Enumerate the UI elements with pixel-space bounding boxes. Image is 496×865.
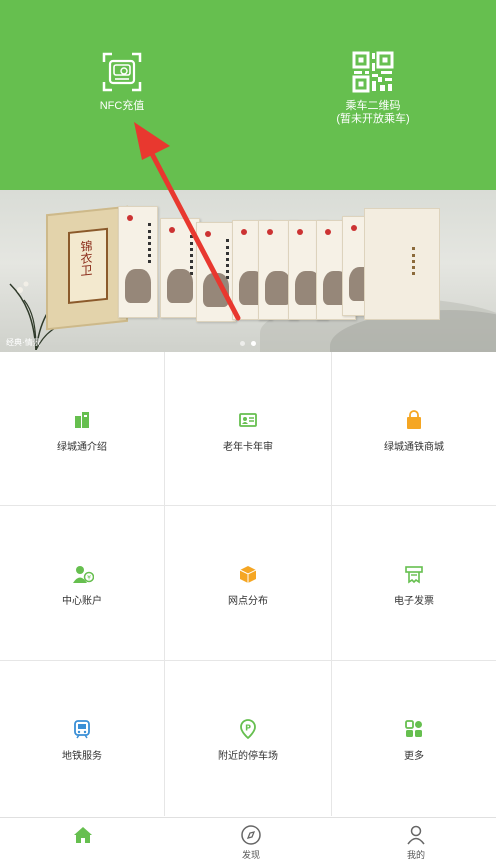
grid-item-metro[interactable]: 地铁服务 bbox=[0, 661, 165, 816]
compass-icon bbox=[240, 824, 262, 846]
ride-qr-code-label: 乘车二维码 bbox=[345, 100, 401, 112]
tab-mine-label: 我的 bbox=[406, 850, 425, 860]
grid-item-intro[interactable]: 绿城通介绍 bbox=[0, 352, 165, 506]
grid-item-label: 绿城通介绍 bbox=[57, 442, 107, 453]
senior-card-icon bbox=[238, 410, 258, 430]
book-title-box: 锦衣卫 bbox=[68, 227, 108, 304]
grid-item-senior-card[interactable]: 老年卡年审 bbox=[165, 352, 332, 506]
nfc-recharge-button[interactable]: NFC充值 bbox=[22, 50, 222, 113]
parking-icon: P bbox=[238, 719, 258, 740]
ride-qr-code-button[interactable]: 乘车二维码 (暂未开放乘车) bbox=[273, 50, 473, 126]
service-grid: 绿城通介绍 老年卡年审 绿城通铁商城 ¥ 中心账户 网点分布 电子发票 地铁服务… bbox=[0, 352, 496, 816]
promo-banner[interactable]: 锦衣卫 经典·情景 bbox=[0, 190, 496, 352]
grid-item-more[interactable]: 更多 bbox=[332, 661, 496, 816]
grid-item-label: 老年卡年审 bbox=[223, 442, 273, 453]
tab-discover-label: 发现 bbox=[241, 850, 260, 860]
bottom-tab-bar: 发现 我的 bbox=[0, 817, 496, 865]
outlet-box-icon bbox=[238, 564, 258, 584]
grid-item-parking[interactable]: P 附近的停车场 bbox=[165, 661, 332, 816]
carousel-dots bbox=[240, 341, 256, 346]
qr-code-icon bbox=[351, 50, 395, 94]
stamp-card bbox=[364, 208, 440, 320]
shopping-bag-icon bbox=[404, 410, 424, 430]
grid-item-invoice[interactable]: 电子发票 bbox=[332, 506, 496, 661]
user-icon bbox=[405, 824, 427, 846]
svg-text:P: P bbox=[245, 724, 251, 733]
carousel-dot[interactable] bbox=[240, 341, 245, 346]
grid-item-label: 网点分布 bbox=[228, 596, 268, 607]
grid-item-label: 地铁服务 bbox=[62, 751, 102, 762]
tab-mine[interactable]: 我的 bbox=[376, 824, 456, 861]
grid-item-label: 中心账户 bbox=[62, 596, 102, 607]
banner-caption: 经典·情景 bbox=[6, 338, 41, 347]
invoice-icon bbox=[404, 564, 424, 584]
stamp-card bbox=[196, 222, 236, 322]
top-header: NFC充值 乘车二维码 (暂未开放乘车) bbox=[0, 0, 496, 190]
grid-item-account[interactable]: ¥ 中心账户 bbox=[0, 506, 165, 661]
book-cover-image: 锦衣卫 bbox=[46, 205, 128, 331]
grid-item-label: 绿城通铁商城 bbox=[384, 442, 444, 453]
stamp-card bbox=[118, 206, 158, 318]
tab-discover[interactable]: 发现 bbox=[211, 824, 291, 861]
tab-home[interactable] bbox=[43, 824, 123, 848]
account-icon: ¥ bbox=[72, 564, 95, 584]
grid-item-label: 电子发票 bbox=[394, 596, 434, 607]
nfc-recharge-label: NFC充值 bbox=[99, 100, 145, 112]
metro-icon bbox=[72, 719, 92, 739]
more-grid-icon bbox=[404, 719, 424, 739]
svg-text:¥: ¥ bbox=[87, 575, 91, 582]
grid-item-label: 附近的停车场 bbox=[218, 751, 278, 762]
book-title: 锦衣卫 bbox=[79, 239, 93, 277]
ride-qr-code-note: (暂未开放乘车) bbox=[336, 113, 410, 125]
grid-item-label: 更多 bbox=[404, 751, 424, 762]
grid-item-mall[interactable]: 绿城通铁商城 bbox=[332, 352, 496, 506]
stamp-card bbox=[160, 218, 200, 318]
carousel-dot-active[interactable] bbox=[251, 341, 256, 346]
intro-icon bbox=[72, 410, 92, 430]
home-icon bbox=[72, 824, 94, 846]
nfc-card-icon bbox=[100, 50, 144, 94]
grid-item-outlets[interactable]: 网点分布 bbox=[165, 506, 332, 661]
